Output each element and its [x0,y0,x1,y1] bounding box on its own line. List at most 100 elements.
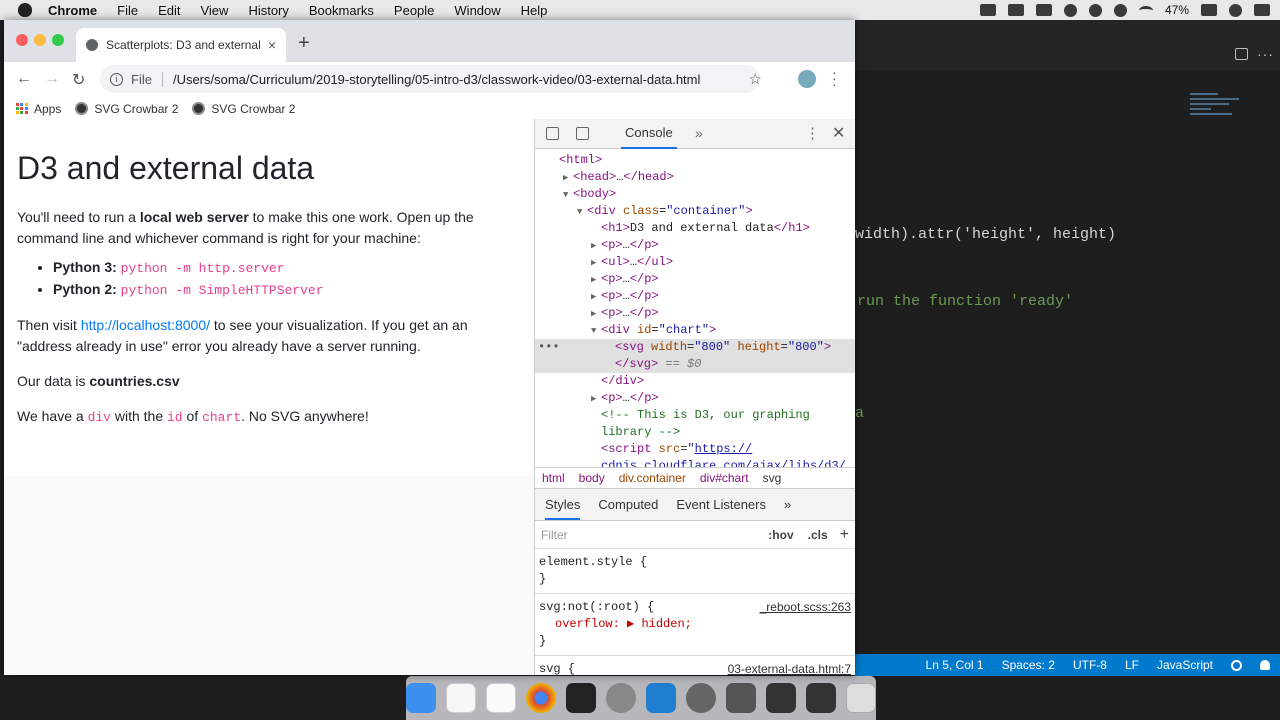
status-encoding[interactable]: UTF-8 [1073,658,1107,672]
calculator-icon[interactable] [726,683,756,713]
chrome-icon[interactable] [526,683,556,713]
app-icon[interactable] [686,683,716,713]
node-actions-icon[interactable]: ••• [538,339,560,356]
apple-icon[interactable] [18,3,32,17]
window-thumbnail-icon[interactable] [766,683,796,713]
expand-arrow-icon[interactable]: ▶ [591,289,601,306]
terminal-icon[interactable] [566,683,596,713]
chrome-menu-icon[interactable]: · · · [832,65,837,91]
dom-node[interactable]: ••• <svg width="800" height="800"> [535,339,855,356]
address-bar[interactable]: i File /Users/soma/Curriculum/2019-story… [100,65,762,93]
spotlight-search-icon[interactable] [1229,3,1242,17]
dropbox-icon[interactable] [1035,4,1052,16]
dom-node[interactable]: ▼ <div class="container"> [535,203,855,220]
display-icon[interactable] [979,4,996,16]
devtools-menu-icon[interactable]: ⋮ [805,124,820,142]
back-arrow-icon[interactable]: ← [16,70,32,88]
bookmark-star-icon[interactable]: ☆ [749,70,762,88]
inspect-element-icon[interactable] [546,127,559,140]
tab-console[interactable]: Console [621,119,677,149]
finder-icon[interactable] [406,683,436,713]
screen-record-icon[interactable] [1007,4,1024,16]
notes-icon[interactable] [486,683,516,713]
menu-view[interactable]: View [200,3,228,18]
dom-node[interactable]: ▶ <head>…</head> [535,169,855,186]
expand-arrow-icon[interactable]: ▶ [591,238,601,255]
split-editor-icon[interactable] [1235,48,1248,60]
url-text[interactable]: /Users/soma/Curriculum/2019-storytelling… [173,72,700,87]
minimap[interactable] [1190,90,1260,160]
menu-people[interactable]: People [394,3,434,18]
dom-node[interactable]: cdnjs.cloudflare.com/ajax/libs/d3/ [535,458,855,467]
menu-app[interactable]: Chrome [48,3,97,18]
dom-tree[interactable]: <html> ▶ <head>…</head> ▼ <body> ▼ <div class=… [535,149,855,467]
localhost-link[interactable]: http://localhost:8000/ [81,317,210,333]
dom-node[interactable]: <script src="https:// [535,441,855,458]
forward-arrow-icon[interactable]: → [44,70,60,88]
rule-source-link[interactable]: _reboot.scss:263 [760,599,851,616]
info-icon[interactable]: i [110,72,123,86]
dom-node[interactable]: ▶ <p>…</p> [535,390,855,407]
bookmark-svg-crowbar-1[interactable]: SVG Crowbar 2 [75,102,178,116]
tab-styles[interactable]: Styles [545,497,581,520]
status-language[interactable]: JavaScript [1157,658,1213,672]
notification-bell-icon[interactable] [1260,660,1270,670]
class-toggle[interactable]: .cls [808,528,828,542]
menu-window[interactable]: Window [454,3,500,18]
feedback-icon[interactable] [1231,659,1242,671]
dom-node[interactable]: ▶ <ul>…</ul> [535,254,855,271]
new-rule-icon[interactable]: + [840,526,849,544]
style-rule[interactable]: svg { 03-external-data.html:7 [535,656,855,675]
collapse-arrow-icon[interactable]: ▼ [563,187,573,204]
browser-tab[interactable]: Scatterplots: D3 and external d × [76,28,286,62]
system-preferences-icon[interactable] [606,683,636,713]
more-actions-icon[interactable]: ··· [1257,46,1274,62]
style-rule[interactable]: element.style { } [535,549,855,594]
reload-icon[interactable]: ↻ [72,70,85,90]
menu-edit[interactable]: Edit [158,3,180,18]
rule-source-link[interactable]: 03-external-data.html:7 [728,661,851,675]
code-line-1[interactable]: width).attr('height', height) [855,226,1116,243]
dom-node[interactable]: <h1>D3 and external data</h1> [535,220,855,237]
new-tab-button[interactable]: + [298,32,310,55]
dom-node[interactable]: </svg> == $0 [535,356,855,373]
more-tabs-icon[interactable]: » [695,125,703,141]
collapse-arrow-icon[interactable]: ▼ [591,323,601,340]
breadcrumb-html[interactable]: html [542,471,565,485]
dom-node[interactable]: <html> [535,152,855,169]
menu-help[interactable]: Help [521,3,548,18]
style-rule[interactable]: svg:not(:root) { _reboot.scss:263 overfl… [535,594,855,656]
tab-computed[interactable]: Computed [598,497,658,512]
bookmark-apps[interactable]: Apps [16,102,61,116]
dom-node[interactable]: </div> [535,373,855,390]
minimize-window-button[interactable] [34,34,46,46]
styles-filter-input[interactable]: Filter [541,528,754,542]
menu-file[interactable]: File [117,3,138,18]
profile-avatar[interactable] [798,70,816,88]
zoom-window-button[interactable] [52,34,64,46]
devtools-close-icon[interactable]: ✕ [832,123,845,143]
flame-icon[interactable] [1113,3,1127,17]
notification-center-icon[interactable] [1254,4,1270,16]
window-thumbnail-2-icon[interactable] [806,683,836,713]
tab-close-icon[interactable]: × [268,37,276,53]
code-line-2[interactable]: run the function 'ready' [857,293,1073,310]
expand-arrow-icon[interactable]: ▶ [591,306,601,323]
device-toolbar-icon[interactable] [576,127,589,140]
expand-arrow-icon[interactable]: ▶ [563,170,573,187]
collapse-arrow-icon[interactable]: ▼ [577,204,587,221]
breadcrumb-body[interactable]: body [579,471,605,485]
status-spaces[interactable]: Spaces: 2 [1002,658,1055,672]
hover-state-toggle[interactable]: :hov [768,528,793,542]
tab-event-listeners[interactable]: Event Listeners [676,497,766,512]
menu-history[interactable]: History [248,3,288,18]
close-window-button[interactable] [16,34,28,46]
battery-percent[interactable]: 47% [1165,3,1189,17]
expand-arrow-icon[interactable]: ▶ [591,391,601,408]
breadcrumb-div-container[interactable]: div.container [619,471,686,485]
expand-arrow-icon[interactable]: ▶ [591,272,601,289]
dom-node[interactable]: <!-- This is D3, our graphing [535,407,855,424]
dom-node[interactable]: ▶ <p>…</p> [535,305,855,322]
menu-bookmarks[interactable]: Bookmarks [309,3,374,18]
dom-node[interactable]: ▼ <div id="chart"> [535,322,855,339]
